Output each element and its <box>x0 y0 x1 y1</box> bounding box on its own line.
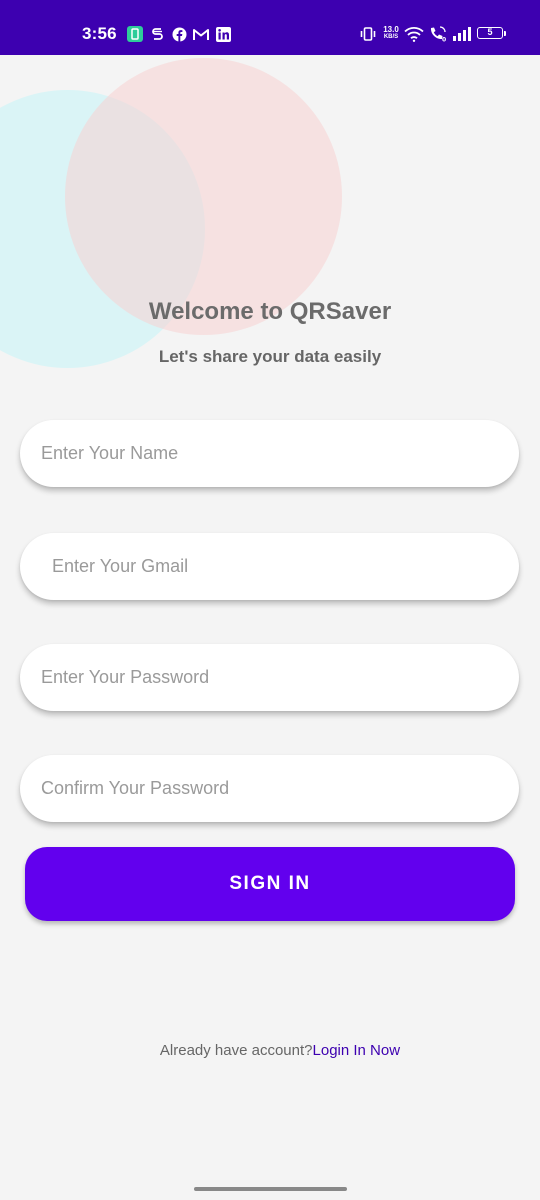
gmail-field-container <box>20 533 519 600</box>
decorative-circle-pink <box>65 58 342 335</box>
confirm-password-field-container <box>20 755 519 822</box>
name-field-container <box>20 420 519 487</box>
page-title: Welcome to QRSaver <box>148 298 392 325</box>
vibrate-icon <box>360 26 376 42</box>
signal-icon <box>452 26 472 42</box>
app-notification-icon <box>127 26 143 42</box>
password-input[interactable] <box>20 644 519 711</box>
sign-in-button[interactable]: SIGN IN <box>25 847 515 921</box>
home-indicator[interactable] <box>194 1187 347 1191</box>
status-time: 3:56 <box>82 24 117 43</box>
network-speed-value: 13.0 <box>383 25 399 34</box>
gmail-icon <box>193 26 209 42</box>
battery-icon: 5 <box>477 27 503 39</box>
login-prompt-text: Already have account? <box>159 1042 313 1059</box>
status-bar: 3:56 13.0 KB/S 0 5 <box>0 0 540 55</box>
gmail-input[interactable] <box>20 533 519 600</box>
wifi-icon <box>404 26 424 42</box>
battery-tip <box>504 31 506 36</box>
facebook-icon <box>172 26 187 42</box>
background-decoration <box>0 55 540 1200</box>
battery-level: 5 <box>487 27 493 37</box>
network-speed-unit: KB/S <box>383 34 399 40</box>
password-field-container <box>20 644 519 711</box>
confirm-password-input[interactable] <box>20 755 519 822</box>
svg-text:0: 0 <box>442 37 446 43</box>
network-speed: 13.0 KB/S <box>381 26 401 41</box>
volte-call-icon: 0 <box>428 26 448 42</box>
login-prompt: Already have account?Login In Now <box>0 1042 540 1059</box>
linkedin-icon <box>216 26 231 42</box>
login-now-link[interactable]: Login In Now <box>313 1042 401 1059</box>
s-app-icon <box>151 26 164 42</box>
page-subtitle: Let's share your data easily <box>158 347 382 366</box>
name-input[interactable] <box>20 420 519 487</box>
